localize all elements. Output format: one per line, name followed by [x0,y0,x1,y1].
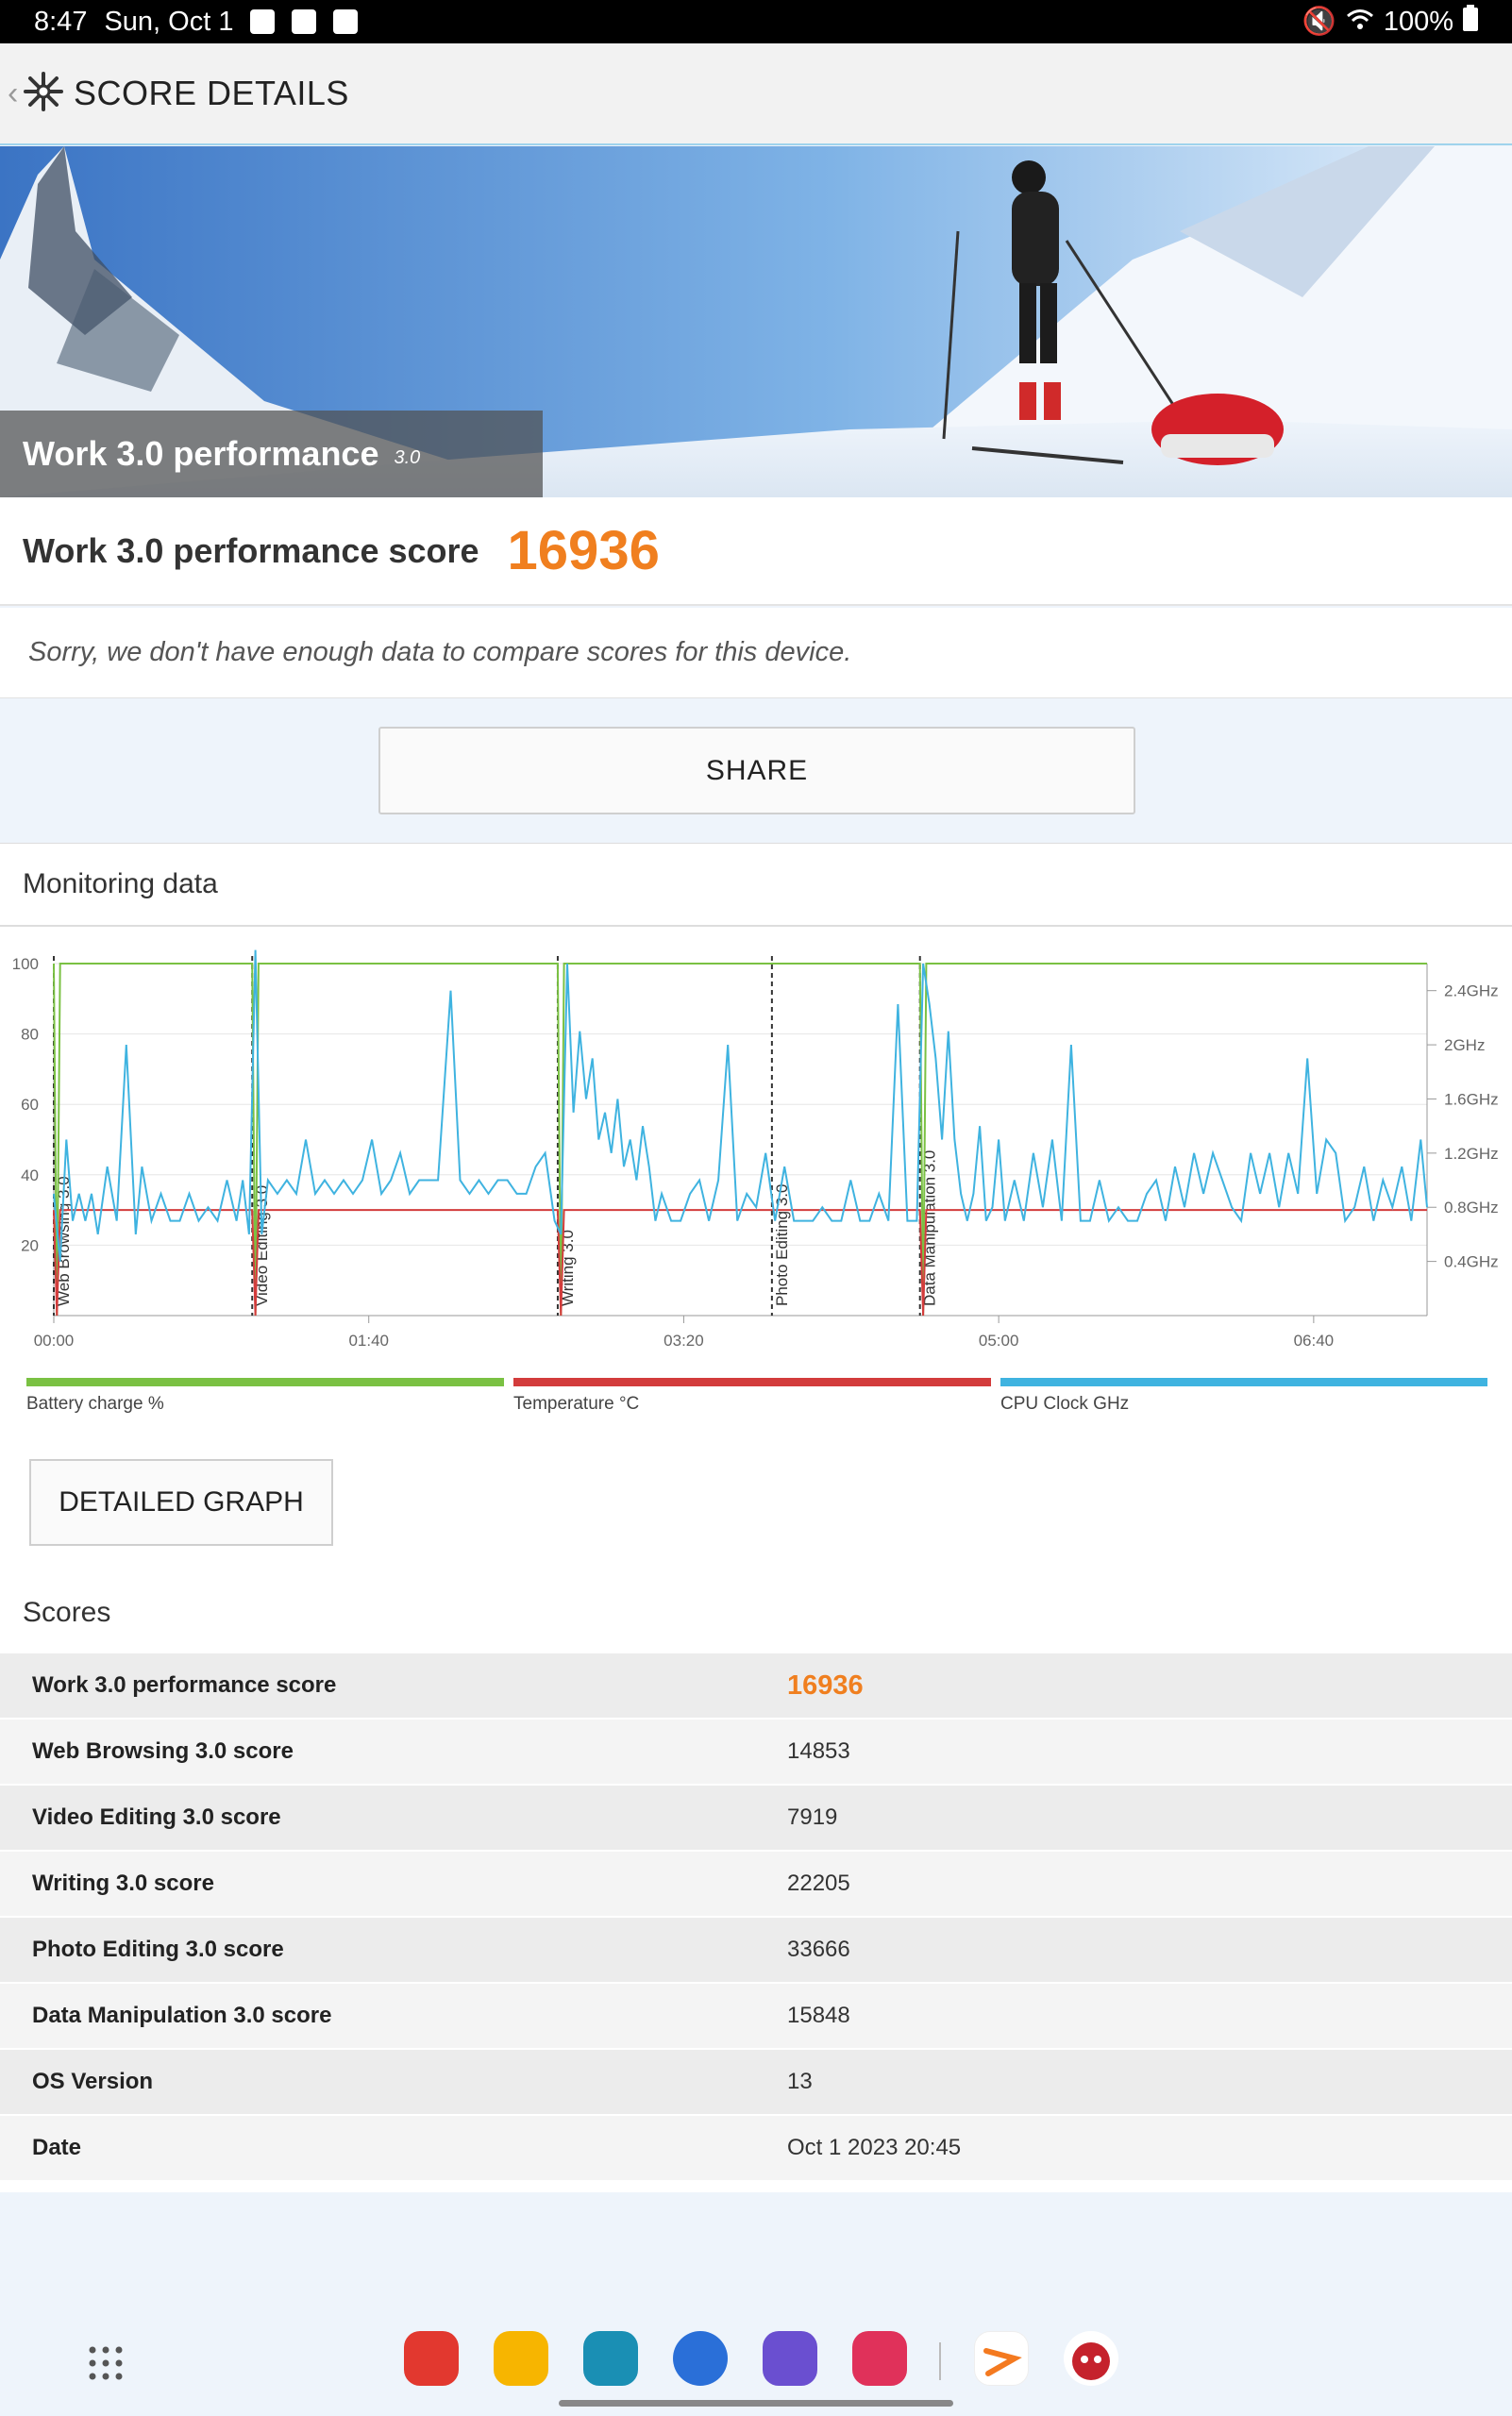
row-value: 7919 [787,1804,838,1830]
internet-app-icon[interactable] [763,2331,817,2386]
score-value: 16936 [507,520,660,581]
row-value: 15848 [787,2003,850,2028]
messages-app-icon[interactable] [673,2331,728,2386]
legend-cpu-swatch [1000,1378,1487,1386]
row-value: 22205 [787,1871,850,1896]
table-row: Video Editing 3.0 score 7919 [0,1784,1512,1850]
status-date: Sun, Oct 1 [104,6,234,37]
dock-divider [939,2342,941,2380]
compare-note: Sorry, we don't have enough data to comp… [0,608,1512,698]
x-tick-label: 05:00 [979,1332,1019,1350]
page-title: SCORE DETAILS [74,74,349,112]
row-label: Writing 3.0 score [32,1871,214,1896]
x-tick-label: 01:40 [348,1332,389,1350]
y2-tick-label: 0.8GHz [1444,1199,1499,1216]
y2-tick-label: 0.4GHz [1444,1253,1499,1271]
row-label: Work 3.0 performance score [32,1672,337,1698]
calendar-app-icon[interactable] [583,2331,638,2386]
legend-cpu: CPU Clock GHz [1000,1378,1487,1434]
hero-title: Work 3.0 performance [23,434,379,473]
table-row: Web Browsing 3.0 score 14853 [0,1718,1512,1784]
x-tick-label: 06:40 [1294,1332,1335,1350]
battery-percent: 100% [1383,6,1453,37]
files-app-icon[interactable] [494,2331,548,2386]
y2-tick-label: 1.2GHz [1444,1145,1499,1163]
shopping-notification-icon [292,9,317,34]
app-toolbar: ‹ SCORE DETAILS [0,43,1512,145]
y-tick-label: 60 [21,1096,39,1114]
row-label: OS Version [32,2069,154,2094]
hero-version: 3.0 [394,446,421,468]
mute-icon: 🔇 [1302,7,1336,37]
row-value: 13 [787,2069,813,2094]
camera-app-icon[interactable] [852,2331,907,2386]
status-bar: 8:47 Sun, Oct 1 🔇 100% [0,0,1512,43]
pcmark-logo-icon [23,71,64,117]
scores-table: Work 3.0 performance score 16936 Web Brow… [0,1652,1512,2180]
hero-label: Work 3.0 performance 3.0 [0,411,543,497]
table-row: Work 3.0 performance score 16936 [0,1652,1512,1718]
legend-battery: Battery charge % [26,1378,504,1434]
row-value: Oct 1 2023 20:45 [787,2135,962,2160]
table-row: Date Oct 1 2023 20:45 [0,2114,1512,2180]
monitoring-title: Monitoring data [0,844,1512,927]
legend-cpu-label: CPU Clock GHz [1000,1394,1130,1414]
share-button[interactable]: SHARE [378,727,1135,814]
row-label: Web Browsing 3.0 score [32,1738,294,1764]
table-row: OS Version 13 [0,2048,1512,2114]
row-value: 14853 [787,1738,850,1764]
y2-tick-label: 1.6GHz [1444,1090,1499,1108]
detailed-graph-button[interactable]: DETAILED GRAPH [29,1459,333,1546]
table-row: Data Manipulation 3.0 score 15848 [0,1982,1512,2048]
y2-tick-label: 2.4GHz [1444,982,1499,1000]
save-notification-icon [333,9,359,34]
row-value: 16936 [787,1669,864,1701]
home-indicator[interactable] [559,2400,953,2407]
y-tick-label: 100 [12,955,39,973]
monitoring-panel: Monitoring data 20 40 60 80 100 0.4GHz 0.8GHz 1… [0,843,1512,2192]
row-value: 33666 [787,1937,850,1962]
legend-temperature-swatch [513,1378,991,1386]
score-card: Work 3.0 performance score 16936 [0,497,1512,606]
monitoring-chart-svg: 20 40 60 80 100 0.4GHz 0.8GHz 1.2GHz 1.6GHz 2GHz 2… [12,949,1499,1350]
y2-tick-label: 2GHz [1444,1036,1485,1054]
scores-title: Scores [23,1597,111,1628]
gallery-notification-icon [250,9,276,34]
legend-battery-swatch [26,1378,504,1386]
score-label: Work 3.0 performance score [23,530,479,570]
x-tick-label: 00:00 [34,1332,75,1350]
monitoring-chart: 20 40 60 80 100 0.4GHz 0.8GHz 1.2GHz 1.6GHz 2GHz 2… [0,933,1512,1367]
legend-battery-label: Battery charge % [26,1394,164,1414]
pcmark-app-icon[interactable] [974,2331,1029,2386]
table-row: Photo Editing 3.0 score 33666 [0,1916,1512,1982]
hero-banner: Work 3.0 performance 3.0 [0,146,1512,497]
row-label: Photo Editing 3.0 score [32,1937,284,1962]
row-label: Video Editing 3.0 score [32,1804,281,1830]
y-tick-label: 20 [21,1236,39,1254]
battery-icon [1463,5,1478,39]
back-icon[interactable]: ‹ [8,76,23,112]
y-tick-label: 80 [21,1026,39,1044]
table-row: Writing 3.0 score 22205 [0,1850,1512,1916]
status-time: 8:47 [34,6,88,37]
legend-temperature-label: Temperature °C [513,1394,640,1414]
row-label: Date [32,2135,82,2160]
wifi-icon [1346,7,1374,38]
y-tick-label: 40 [21,1166,39,1184]
section-label: Photo Editing 3.0 [773,1184,791,1306]
antutu-app-icon[interactable] [1064,2331,1118,2386]
legend-temperature: Temperature °C [513,1378,991,1434]
taskbar-dock [0,2303,1512,2416]
x-tick-label: 03:20 [664,1332,704,1350]
notes-app-icon[interactable] [404,2331,459,2386]
apps-grid-icon[interactable] [87,2344,125,2382]
row-label: Data Manipulation 3.0 score [32,2003,332,2028]
